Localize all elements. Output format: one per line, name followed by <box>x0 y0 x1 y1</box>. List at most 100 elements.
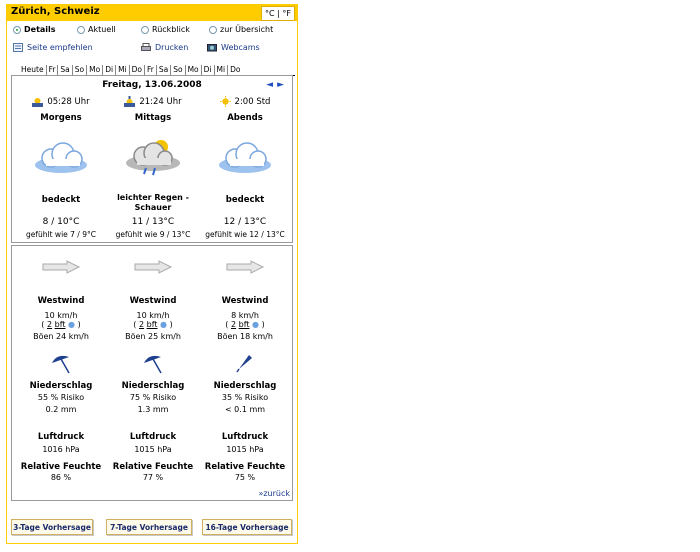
wind-gusts: Böen 24 km/h <box>33 332 89 341</box>
condition-text: bedeckt <box>225 195 265 205</box>
humidity-value: 77 % <box>142 473 164 482</box>
info-icon[interactable]: ● <box>252 320 259 329</box>
radio-uebersicht[interactable] <box>209 25 217 34</box>
umbrella-icon <box>144 355 162 374</box>
mode-details[interactable]: Details <box>13 25 56 34</box>
day-tab[interactable]: Do <box>227 65 242 75</box>
webcams-link[interactable]: Webcams <box>207 43 260 52</box>
temperature: 11 / 13°C <box>131 217 175 227</box>
humidity-value: 75 % <box>234 473 256 482</box>
forecast-7-day-button[interactable]: 7-Tage Vorhersage <box>106 519 192 535</box>
mode-aktuell-label: Aktuell <box>88 25 116 34</box>
temperature: 12 / 13°C <box>223 217 267 227</box>
precip-label: Niederschlag <box>213 381 277 391</box>
cloud-icon <box>219 142 271 173</box>
beaufort-unit[interactable]: bft <box>147 320 158 329</box>
next-day-arrow-icon[interactable]: ► <box>277 80 288 90</box>
wind-speed: 10 km/h <box>136 311 170 320</box>
period-time: 05:28 Uhr <box>47 96 90 107</box>
beaufort-value[interactable]: 2 <box>231 320 236 329</box>
humidity-value: 86 % <box>50 473 72 482</box>
celsius-toggle[interactable]: °C <box>265 9 275 18</box>
recommend-icon <box>13 43 23 52</box>
day-tab[interactable]: Di <box>200 65 214 75</box>
cloud-icon <box>35 142 87 173</box>
forecast-3-day-button[interactable]: 3-Tage Vorhersage <box>11 519 93 535</box>
beaufort-row: ( 2 bft ● ) <box>225 320 265 329</box>
radio-rueckblick[interactable] <box>141 25 149 34</box>
sunset-icon <box>124 96 136 107</box>
location-title: Zürich, Schweiz <box>11 6 100 17</box>
pressure-label: Luftdruck <box>221 432 269 442</box>
details-morning: Westwind 10 km/h ( 2 bft ● ) Böen 24 km/… <box>15 260 107 482</box>
day-tab[interactable]: Sa <box>57 65 71 75</box>
umbrella-icon <box>52 355 70 374</box>
period-time: 21:24 Uhr <box>139 96 182 107</box>
beaufort-unit[interactable]: bft <box>239 320 250 329</box>
back-link[interactable]: »zurück <box>258 489 290 498</box>
day-tab[interactable]: Mi <box>213 65 228 75</box>
day-tab[interactable]: Mo <box>184 65 201 75</box>
prev-day-arrow-icon[interactable]: ◄ <box>266 80 277 90</box>
humidity-label: Relative Feuchte <box>112 462 194 472</box>
info-icon[interactable]: ● <box>160 320 167 329</box>
pressure-value: 1016 hPa <box>42 445 80 454</box>
period-evening: 2:00 Std Abends bedeckt 12 / 13°C gefühl… <box>199 96 291 239</box>
day-tab[interactable]: Fr <box>144 65 156 75</box>
rain-shower-icon <box>126 140 180 176</box>
info-icon[interactable]: ● <box>68 320 75 329</box>
details-panel: Westwind 10 km/h ( 2 bft ● ) Böen 24 km/… <box>11 245 293 501</box>
wind-gusts: Böen 25 km/h <box>125 332 181 341</box>
day-tab[interactable]: Sa <box>155 65 170 75</box>
feels-like: gefühlt wie 12 / 13°C <box>205 230 285 239</box>
title-bar: Zürich, Schweiz °C | °F <box>7 5 297 21</box>
printer-icon <box>141 43 151 51</box>
beaufort-unit[interactable]: bft <box>55 320 66 329</box>
time-row: 21:24 Uhr <box>107 96 199 107</box>
action-links: Seite empfehlen Drucken Webcams <box>13 43 295 55</box>
mode-uebersicht[interactable]: zur Übersicht <box>209 25 273 34</box>
forecast-16-day-button[interactable]: 16-Tage Vorhersage <box>202 519 292 535</box>
day-tab[interactable]: Mo <box>86 65 102 75</box>
view-mode-selector: Details Aktuell Rückblick zur Übersicht <box>13 25 295 37</box>
day-tab[interactable]: Di <box>102 65 115 75</box>
period-label: Morgens <box>40 113 82 123</box>
mode-rueckblick[interactable]: Rückblick <box>141 25 190 34</box>
day-tab[interactable]: Fr <box>45 65 58 75</box>
closed-umbrella-icon <box>236 355 252 373</box>
period-morning: 05:28 Uhr Morgens bedeckt 8 / 10°C gefüh… <box>15 96 107 240</box>
fahrenheit-toggle[interactable]: °F <box>282 9 291 18</box>
recommend-label: Seite empfehlen <box>27 43 93 52</box>
precip-risk: 75 % Risiko <box>129 393 177 402</box>
day-nav: ◄► <box>266 80 288 90</box>
mode-details-label: Details <box>24 25 56 34</box>
radio-aktuell[interactable] <box>77 25 85 34</box>
wind-direction: Westwind <box>37 296 85 306</box>
pressure-label: Luftdruck <box>37 432 85 442</box>
day-tab[interactable]: So <box>170 65 184 75</box>
sun-icon <box>219 96 231 107</box>
wind-direction: Westwind <box>129 296 177 306</box>
wind-arrow-icon <box>42 260 81 274</box>
beaufort-row: ( 2 bft ● ) <box>41 320 81 329</box>
beaufort-value[interactable]: 2 <box>139 320 144 329</box>
precip-label: Niederschlag <box>29 381 93 391</box>
precip-amount: < 0.1 mm <box>224 405 266 414</box>
day-tab[interactable]: Heute <box>21 65 46 75</box>
webcam-icon <box>207 44 217 52</box>
beaufort-value[interactable]: 2 <box>47 320 52 329</box>
wind-arrow-icon <box>226 260 265 274</box>
time-row: 2:00 Std <box>199 96 291 107</box>
day-tab[interactable]: Mi <box>115 65 129 75</box>
feels-like: gefühlt wie 7 / 9°C <box>26 230 96 239</box>
print-link[interactable]: Drucken <box>141 43 188 52</box>
mode-aktuell[interactable]: Aktuell <box>77 25 116 34</box>
temperature: 8 / 10°C <box>42 217 80 227</box>
recommend-link[interactable]: Seite empfehlen <box>13 43 93 52</box>
day-tab[interactable]: So <box>71 65 86 75</box>
radio-details[interactable] <box>13 25 21 34</box>
pressure-label: Luftdruck <box>129 432 177 442</box>
precip-label: Niederschlag <box>121 381 185 391</box>
precip-risk: 35 % Risiko <box>221 393 269 402</box>
day-tab[interactable]: Do <box>128 65 144 75</box>
